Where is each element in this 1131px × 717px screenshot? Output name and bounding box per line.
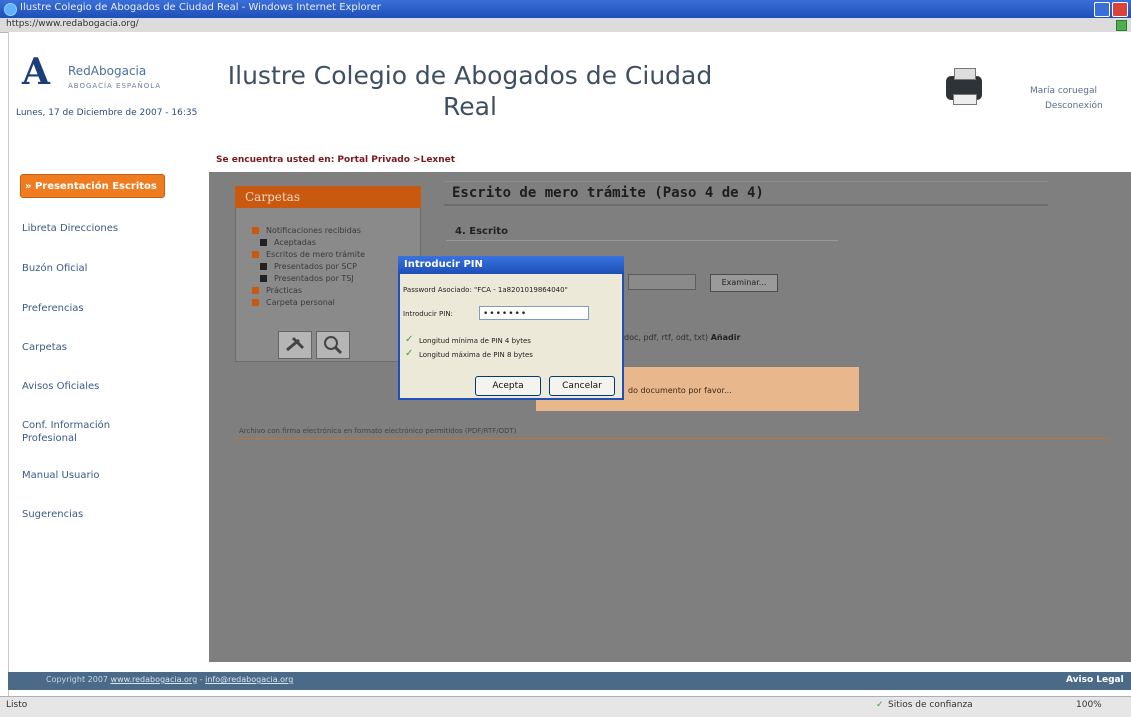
tree-item-scp[interactable]: Presentados por SCP bbox=[260, 262, 357, 271]
format-note: Archivo con firma electrónica en formato… bbox=[239, 427, 517, 435]
tree-item-practicas[interactable]: Prácticas bbox=[252, 286, 302, 295]
pin-label: Introducir PIN: bbox=[403, 310, 453, 318]
orange-divider bbox=[233, 438, 1109, 439]
search-icon[interactable] bbox=[316, 331, 350, 359]
go-icon[interactable] bbox=[1116, 20, 1127, 31]
tree-item-escritos[interactable]: Escritos de mero trámite bbox=[252, 250, 365, 259]
checkmark-icon: ✓ bbox=[405, 334, 414, 345]
folder-icon bbox=[252, 251, 259, 258]
sidebar-item-libreta[interactable]: Libreta Direcciones bbox=[22, 222, 172, 235]
address-bar[interactable]: https://www.redabogacia.org/ bbox=[0, 18, 1131, 33]
printer-icon[interactable] bbox=[946, 68, 982, 105]
folder-icon bbox=[252, 287, 259, 294]
sidebar-item-sugerencias[interactable]: Sugerencias bbox=[22, 508, 172, 521]
tree-item-notificaciones[interactable]: Notificaciones recibidas bbox=[252, 226, 361, 235]
sidebar-item-preferencias[interactable]: Preferencias bbox=[22, 302, 172, 315]
window-title: Ilustre Colegio de Abogados de Ciudad Re… bbox=[20, 2, 381, 13]
pin-rule-max: Longitud máxima de PIN 8 bytes bbox=[419, 351, 533, 359]
footer-link-email[interactable]: info@redabogacia.org bbox=[205, 675, 293, 684]
legal-link[interactable]: Aviso Legal bbox=[1066, 675, 1124, 685]
logo-icon: A bbox=[22, 51, 50, 93]
ie-icon bbox=[4, 3, 17, 16]
wait-message: do documento por favor... bbox=[628, 386, 732, 395]
current-date: Lunes, 17 de Diciembre de 2007 - 16:35 bbox=[16, 108, 198, 118]
folder-icon bbox=[260, 275, 267, 282]
pin-rule-min: Longitud mínima de PIN 4 bytes bbox=[419, 337, 531, 345]
folder-icon bbox=[260, 263, 267, 270]
folder-icon bbox=[252, 299, 259, 306]
footer-link-site[interactable]: www.redabogacia.org bbox=[111, 675, 198, 684]
tools-icon[interactable] bbox=[278, 331, 312, 359]
step-title: Escrito de mero trámite (Paso 4 de 4) bbox=[452, 185, 764, 201]
logo-name: RedAbogacia bbox=[68, 64, 147, 78]
close-icon[interactable] bbox=[1112, 2, 1128, 17]
cancel-button[interactable]: Cancelar bbox=[549, 376, 615, 396]
tree-item-aceptadas[interactable]: Aceptadas bbox=[260, 238, 316, 247]
security-zone[interactable]: Sitios de confianza bbox=[888, 700, 973, 710]
page-title: Ilustre Colegio de Abogados de Ciudad Re… bbox=[227, 61, 713, 121]
sidebar-item-conf-info[interactable]: Conf. Información Profesional bbox=[22, 419, 152, 445]
breadcrumb: Se encuentra usted en: Portal Privado >L… bbox=[216, 155, 456, 165]
zoom-level[interactable]: 100% bbox=[1076, 700, 1102, 710]
add-file-link[interactable]: Añadir bbox=[711, 333, 741, 342]
tree-item-personal[interactable]: Carpeta personal bbox=[252, 298, 335, 307]
address-text[interactable]: https://www.redabogacia.org/ bbox=[6, 19, 139, 29]
pin-dialog-title: Introducir PIN bbox=[398, 256, 624, 274]
allowed-extensions: doc, pdf, rtf, odt, txt) Añadir bbox=[624, 333, 741, 342]
trusted-zone-icon: ✓ bbox=[876, 700, 884, 710]
pin-input[interactable]: ••••••• bbox=[479, 306, 589, 320]
browse-button[interactable]: Examinar... bbox=[710, 274, 778, 292]
section-title: 4. Escrito bbox=[455, 226, 508, 237]
accept-button[interactable]: Acepta bbox=[475, 376, 541, 396]
logout-link[interactable]: Desconexión bbox=[1045, 101, 1103, 111]
certificate-line: Password Asociado: "FCA - 1a820101986404… bbox=[403, 286, 568, 294]
tree-item-tsj[interactable]: Presentados por TSJ bbox=[260, 274, 354, 283]
folder-icon bbox=[260, 239, 267, 246]
user-name: María coruegal bbox=[1030, 86, 1097, 96]
status-text: Listo bbox=[6, 700, 28, 710]
checkmark-icon: ✓ bbox=[405, 348, 414, 359]
browser-title-bar: Ilustre Colegio de Abogados de Ciudad Re… bbox=[0, 0, 1131, 18]
sidebar-item-buzon[interactable]: Buzón Oficial bbox=[22, 262, 172, 275]
sidebar-item-avisos[interactable]: Avisos Oficiales bbox=[22, 380, 172, 393]
sidebar-item-manual[interactable]: Manual Usuario bbox=[22, 469, 172, 482]
section-divider bbox=[446, 240, 838, 241]
footer-copyright: Copyright 2007 www.redabogacia.org - inf… bbox=[46, 675, 294, 684]
logo-subtitle: ABOGACÍA ESPAÑOLA bbox=[68, 82, 162, 90]
sidebar-item-presentacion-escritos[interactable]: » Presentación Escritos bbox=[20, 174, 165, 198]
carpetas-title: Carpetas bbox=[235, 186, 421, 208]
sidebar-item-carpetas[interactable]: Carpetas bbox=[22, 341, 172, 354]
folder-icon bbox=[252, 227, 259, 234]
file-path-input[interactable] bbox=[628, 274, 696, 290]
minimize-icon[interactable] bbox=[1094, 2, 1110, 17]
